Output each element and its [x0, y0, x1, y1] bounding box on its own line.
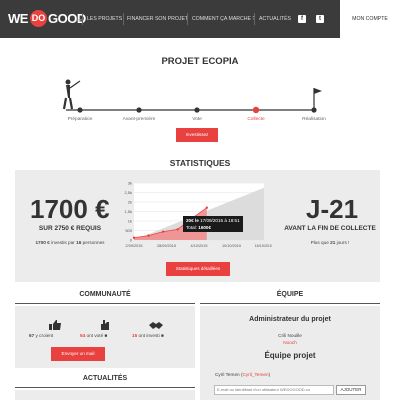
investors-summary: 1700 € investis par 16 personnes: [35, 240, 105, 245]
my-account-button[interactable]: Mon compte: [340, 0, 400, 38]
step-label-avant-premiere: Avant-première: [122, 117, 156, 122]
step-dot-collecte: [252, 106, 260, 114]
nav-separator: [82, 13, 83, 25]
step-dot-realisation: [311, 107, 317, 113]
tooltip-date: 20€ le 17/09/2015 à 18:51: [186, 218, 240, 223]
community-title: Communauté: [79, 291, 131, 298]
admin-title: Administrateur du projet: [249, 316, 331, 323]
step-dot-avant-premiere: [136, 107, 142, 113]
chart-data-point: [132, 236, 136, 239]
send-mail-button[interactable]: Envoyer un mail: [51, 347, 105, 361]
chart-tooltip: 20€ le 17/09/2015 à 18:51 Total: 1600€: [183, 216, 243, 232]
team-member: Cyril Temen (Cyril_Temen): [215, 372, 271, 377]
admin-login-link[interactable]: Nooch: [200, 340, 380, 345]
twitter-icon[interactable]: t: [316, 15, 324, 23]
chart-x-tick-label: 10/10/2015: [222, 244, 241, 248]
member-login-link[interactable]: Cyril_Temen: [243, 372, 269, 377]
chart-x-tick-label: 28/09/2015: [157, 244, 176, 248]
golfer-icon: [62, 79, 81, 110]
chart-data-point: [161, 230, 165, 233]
chart-y-tick-label: 2,5k: [124, 190, 132, 195]
golf-flag-icon: [313, 88, 322, 108]
step-dot-vote: [194, 107, 200, 113]
detailed-stats-button[interactable]: Statistiques détaillées: [166, 262, 230, 276]
team-members-title: Équipe projet: [264, 351, 316, 360]
handshake-icon: [149, 322, 163, 329]
news-title: Actualités: [82, 375, 128, 382]
community-investors: 15 ont investi ■: [132, 333, 164, 338]
chart-data-point: [147, 234, 150, 237]
hand-vote-icon: [101, 320, 109, 330]
wedogood-logo[interactable]: WE DO GOOD .co: [8, 10, 86, 27]
community-divider: [15, 303, 195, 304]
invest-button[interactable]: Investissez: [176, 128, 218, 142]
statistics-title: Statistiques: [169, 158, 231, 168]
chart-y-tick-label: 0: [130, 238, 133, 243]
team-divider: [200, 303, 380, 304]
nav-link-actualites[interactable]: Actualités: [259, 16, 291, 22]
step-label-vote: Vote: [192, 117, 202, 122]
nav-link-comment[interactable]: Comment ça marche ?: [192, 16, 255, 22]
nav-link-projets[interactable]: Les projets: [87, 16, 122, 22]
chart-data-point: [205, 206, 208, 209]
facebook-icon[interactable]: f: [298, 15, 306, 23]
community-believers: 67 y croient: [29, 333, 54, 338]
step-label-preparation: Préparation: [67, 117, 93, 122]
amount-collected: 1700 €: [30, 194, 110, 224]
chart-data-point: [176, 228, 179, 231]
chart-y-tick-label: 500: [125, 228, 132, 233]
team-title: Équipe: [276, 291, 304, 298]
chart-y-tick-label: 2k: [128, 200, 132, 205]
logo-do-badge: DO: [30, 10, 47, 27]
chart-x-tick-label: 4/10/2015: [191, 244, 208, 248]
step-dot-preparation: [77, 107, 83, 113]
nav-separator: [123, 13, 124, 25]
nav-separator: [187, 13, 188, 25]
project-title: Projet ECOPIA: [161, 56, 239, 67]
add-member-input[interactable]: E-mail ou identifiant d'un utilisateur W…: [214, 385, 334, 395]
nav-separator: [254, 13, 255, 25]
days-caption: avant la fin de collecte: [284, 225, 376, 232]
step-label-realisation: Réalisation: [302, 117, 326, 122]
community-icons: [49, 320, 163, 330]
chart-x-tick-label: 16/10/2015: [254, 244, 272, 248]
admin-name: Crili Nouille: [278, 333, 302, 338]
thumbs-up-icon: [49, 320, 61, 330]
chart-y-tick-label: 1k: [128, 219, 132, 224]
community-voters: 54 ont voté ■: [80, 333, 108, 338]
add-member-button[interactable]: AJOUTER: [336, 385, 366, 395]
project-steps-timeline: [62, 79, 322, 114]
chart-x-tick-label: 2/09/2015: [126, 244, 143, 248]
chart-y-tick-label: 3k: [128, 181, 132, 186]
top-navigation-bar: WE DO GOOD .co Les projets Financer son …: [0, 0, 400, 38]
nav-link-financer[interactable]: Financer son projet: [127, 16, 188, 22]
news-divider: [15, 387, 195, 388]
news-panel: [15, 390, 195, 400]
tooltip-total: Total: 1600€: [186, 225, 212, 230]
days-left-text: Plus que 21 jours !: [310, 240, 350, 245]
chart-y-tick-label: 1,5k: [124, 209, 132, 214]
step-label-collecte: Collecte: [247, 117, 265, 122]
amount-goal: sur 2750 € requis: [38, 225, 102, 232]
days-remaining: J-21: [306, 194, 359, 224]
